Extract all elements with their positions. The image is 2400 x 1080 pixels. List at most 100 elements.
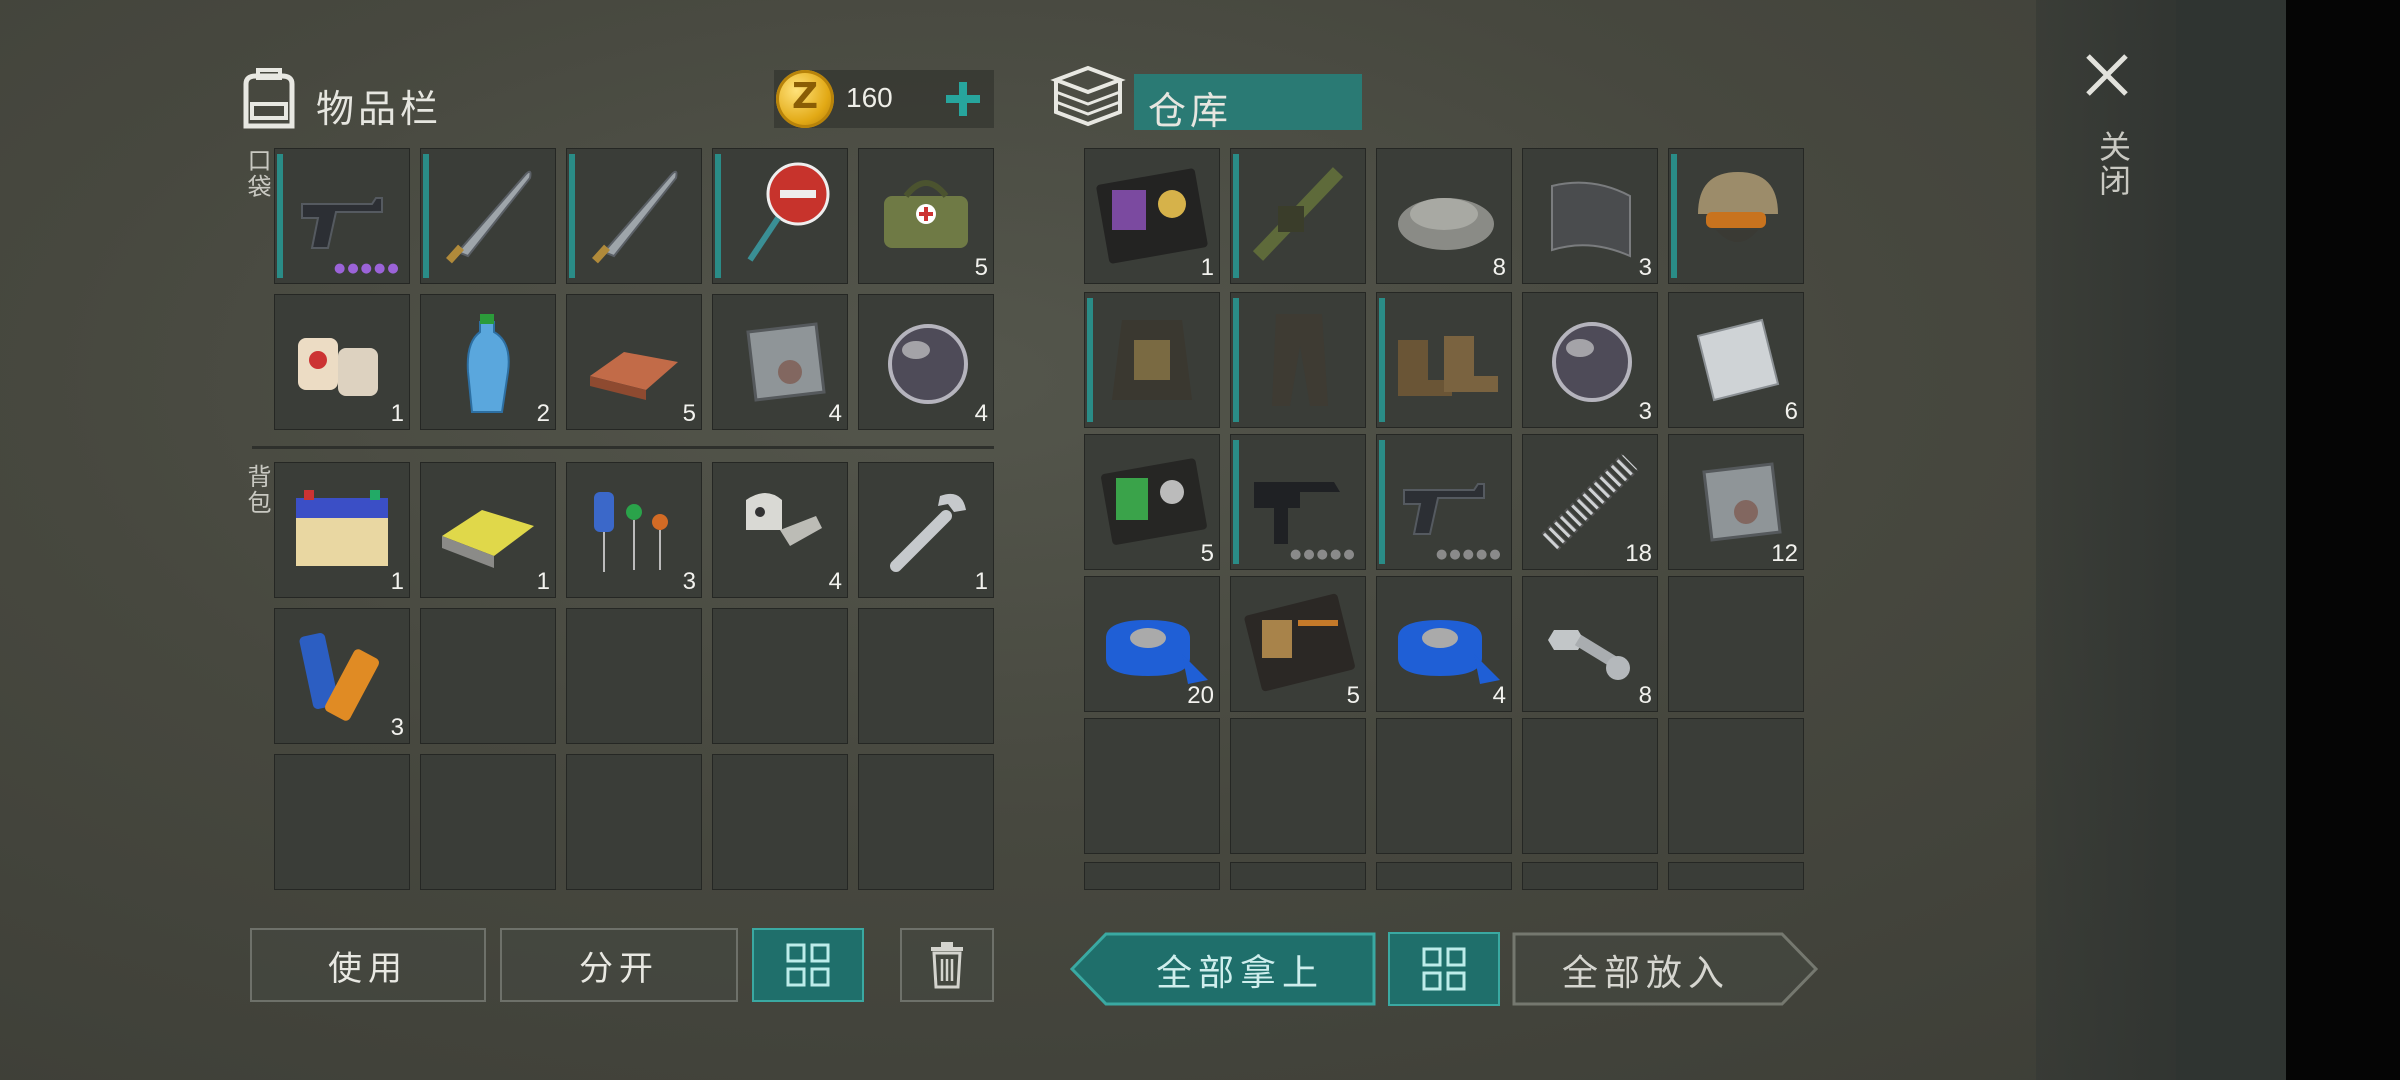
add-coins-button[interactable] <box>934 70 992 128</box>
storage-slot[interactable] <box>1230 862 1366 890</box>
pocket-slot[interactable]: 5 <box>566 294 702 430</box>
item-count: 12 <box>1771 540 1798 567</box>
item-count: 4 <box>828 568 842 595</box>
water-bottle-icon <box>466 314 510 413</box>
split-button[interactable]: 分开 <box>500 928 738 1002</box>
storage-slot[interactable]: 8 <box>1522 576 1658 712</box>
pocket-slot[interactable]: 5 <box>858 148 994 284</box>
backpack-slot[interactable]: 3 <box>566 462 702 598</box>
coin-icon: Z <box>776 70 834 128</box>
bandage-icon <box>298 338 378 396</box>
backpack-slot[interactable]: 1 <box>274 462 410 598</box>
item-count: 5 <box>682 400 696 427</box>
close-icon <box>2086 54 2128 96</box>
backpack-icon <box>234 60 304 132</box>
robot-parts-icon <box>746 493 822 546</box>
item-count: 5 <box>1346 682 1360 709</box>
storage-slot[interactable]: 1 <box>1084 148 1220 284</box>
storage-slot[interactable] <box>1230 148 1366 284</box>
pocket-slot[interactable] <box>566 148 702 284</box>
backpack-slot[interactable] <box>566 608 702 744</box>
storage-slot[interactable]: 5 <box>1230 576 1366 712</box>
put-all-label: 全部放入 <box>1561 953 1730 994</box>
pocket-slot[interactable] <box>712 148 848 284</box>
mesh-fabric-icon <box>1551 181 1631 258</box>
storage-slot[interactable] <box>1084 718 1220 854</box>
plus-icon <box>946 82 980 116</box>
storage-slot[interactable]: 3 <box>1522 148 1658 284</box>
trash-icon <box>931 942 963 989</box>
grid-sort-icon <box>1422 947 1466 991</box>
backpack-slot[interactable] <box>712 754 848 890</box>
rarity-dots: ●●●●● <box>1290 547 1357 562</box>
katana-icon <box>446 170 532 264</box>
storage-slot[interactable]: 6 <box>1668 292 1804 428</box>
pocket-slot[interactable]: 4 <box>712 294 848 430</box>
iron-plate-icon <box>746 322 826 402</box>
storage-slot[interactable] <box>1668 148 1804 284</box>
copper-ingot-icon <box>590 352 678 400</box>
storage-slot[interactable]: 8 <box>1376 148 1512 284</box>
backpack-slot[interactable] <box>858 608 994 744</box>
storage-slot[interactable]: 18 <box>1522 434 1658 570</box>
item-count: 18 <box>1625 540 1652 567</box>
storage-slot[interactable]: ●●●●● <box>1230 434 1366 570</box>
bolt-nut-icon <box>1548 630 1630 680</box>
screen-edge-black <box>2286 0 2400 1080</box>
item-count: 1 <box>390 568 404 595</box>
item-count: 4 <box>974 400 988 427</box>
storage-slot[interactable] <box>1522 862 1658 890</box>
storage-slot[interactable]: 12 <box>1668 434 1804 570</box>
take-all-button[interactable]: 全部拿上 <box>1070 932 1376 1006</box>
backpack-slot[interactable]: 1 <box>858 462 994 598</box>
storage-slot[interactable] <box>1522 718 1658 854</box>
backpack-slot[interactable] <box>858 754 994 890</box>
backpack-slot[interactable]: 3 <box>274 608 410 744</box>
storage-slot[interactable]: 5 <box>1084 434 1220 570</box>
backpack-slot[interactable] <box>420 754 556 890</box>
backpack-slot[interactable]: 1 <box>420 462 556 598</box>
pocket-slot[interactable]: 1 <box>274 294 410 430</box>
discard-button[interactable] <box>900 928 994 1002</box>
storage-slot[interactable] <box>1668 718 1804 854</box>
backpack-label: 背包 <box>243 464 271 516</box>
item-count: 3 <box>1638 254 1652 281</box>
pocket-slot[interactable]: 2 <box>420 294 556 430</box>
storage-slot[interactable] <box>1084 862 1220 890</box>
sort-inventory-button[interactable] <box>752 928 864 1002</box>
item-count: 1 <box>536 568 550 595</box>
gravel-icon <box>1398 198 1494 250</box>
storage-slot[interactable] <box>1230 718 1366 854</box>
sort-storage-button[interactable] <box>1388 932 1500 1006</box>
storage-slot[interactable] <box>1668 862 1804 890</box>
lens-icon <box>888 324 968 404</box>
storage-slot[interactable] <box>1230 292 1366 428</box>
pockets-label: 口袋 <box>243 148 271 200</box>
storage-slot[interactable] <box>1376 718 1512 854</box>
storage-slot[interactable]: 4 <box>1376 576 1512 712</box>
pocket-slot[interactable]: 4 <box>858 294 994 430</box>
tactical-pants-icon <box>1272 314 1328 406</box>
storage-slot[interactable] <box>1084 292 1220 428</box>
item-count: 4 <box>1492 682 1506 709</box>
storage-slot[interactable] <box>1376 862 1512 890</box>
storage-slot[interactable]: ●●●●● <box>1376 434 1512 570</box>
backpack-slot[interactable] <box>712 608 848 744</box>
backpack-slot[interactable] <box>274 754 410 890</box>
pistol-icon <box>301 197 383 249</box>
close-button[interactable] <box>2082 50 2132 100</box>
item-count: 3 <box>390 714 404 741</box>
use-button[interactable]: 使用 <box>250 928 486 1002</box>
storage-slot[interactable] <box>1376 292 1512 428</box>
storage-slot[interactable] <box>1668 576 1804 712</box>
storage-slot[interactable]: 20 <box>1084 576 1220 712</box>
backpack-slot[interactable] <box>566 754 702 890</box>
electronic-components-icon <box>594 492 668 572</box>
pocket-slot[interactable]: ●●●●● <box>274 148 410 284</box>
put-all-button[interactable]: 全部放入 <box>1512 932 1818 1006</box>
storage-slot[interactable]: 3 <box>1522 292 1658 428</box>
item-count: 1 <box>1200 254 1214 281</box>
backpack-slot[interactable] <box>420 608 556 744</box>
backpack-slot[interactable]: 4 <box>712 462 848 598</box>
pocket-slot[interactable] <box>420 148 556 284</box>
